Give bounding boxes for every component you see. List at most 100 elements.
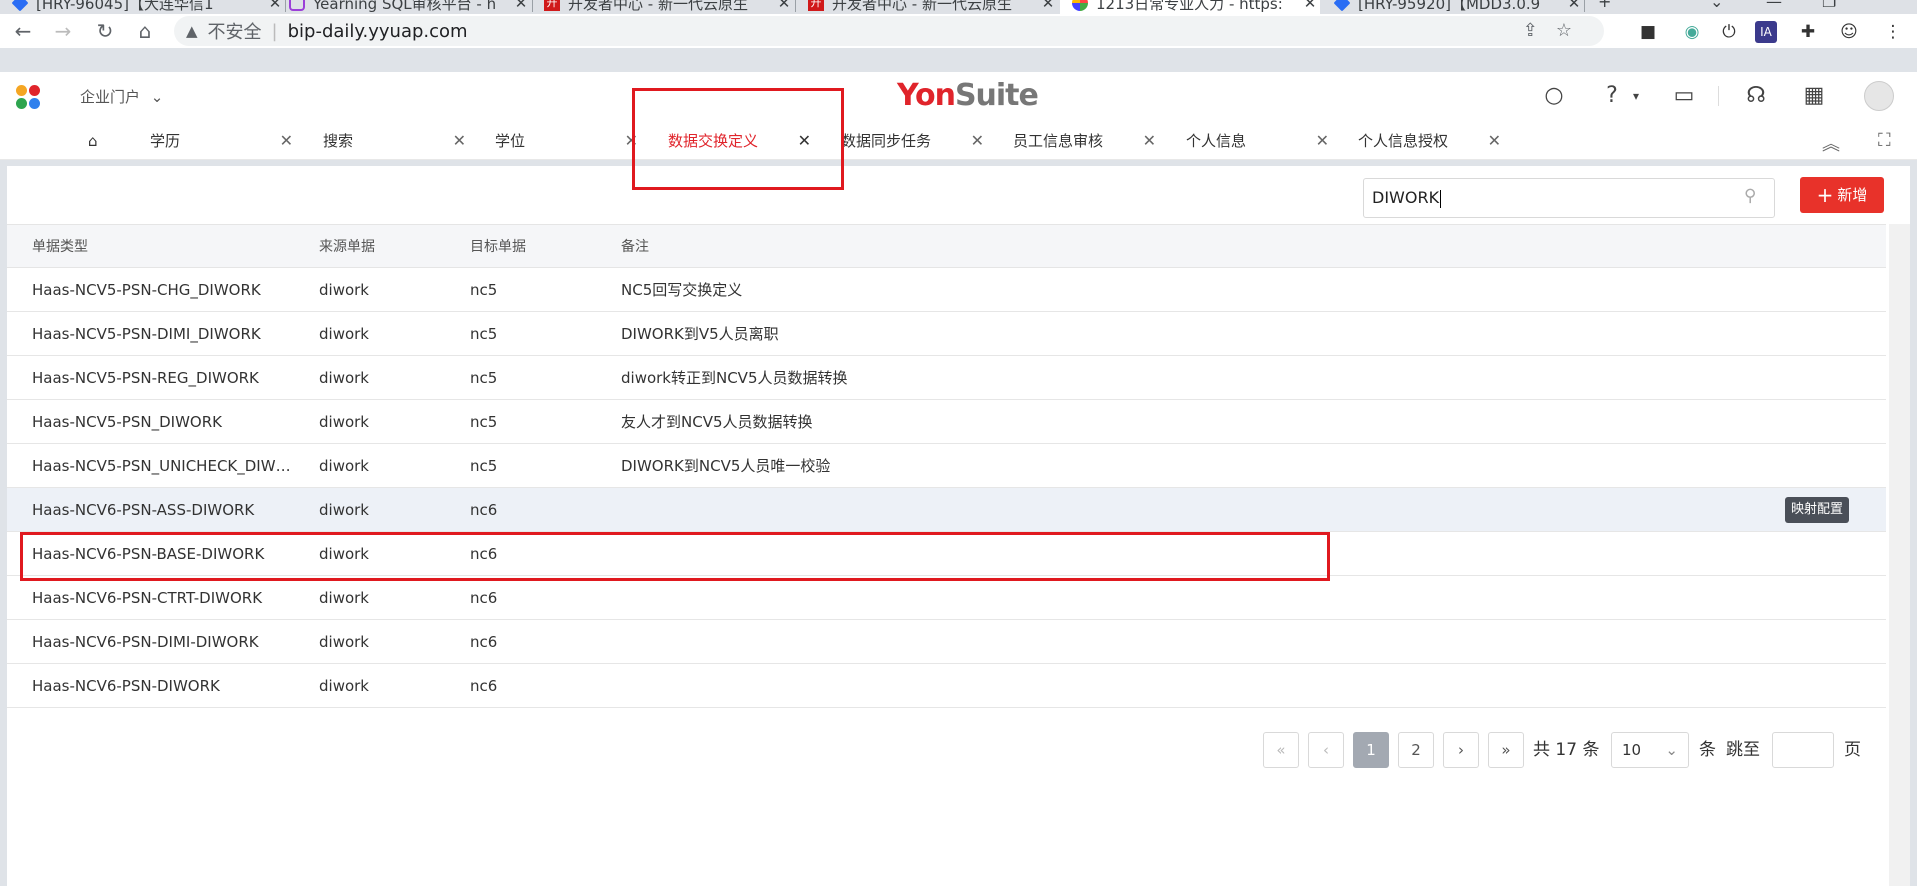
warning-icon: ▲ [186, 22, 198, 40]
developer-center-icon: 开 [544, 0, 560, 11]
add-button[interactable]: + 新增 [1800, 177, 1884, 213]
forward-button[interactable]: → [50, 18, 76, 44]
jira-icon [11, 0, 29, 12]
minimize-button[interactable]: — [1766, 0, 1782, 11]
close-icon[interactable]: ✕ [511, 0, 531, 12]
column-header: 目标单据 [470, 239, 526, 255]
table-row[interactable]: Haas-NCV5-PSN-DIMI_DIWORK diwork nc5 DIW… [7, 312, 1886, 356]
table-row-hovered[interactable]: Haas-NCV6-PSN-ASS-DIWORK diwork nc6 映射配置 [7, 488, 1886, 532]
table-row[interactable]: Haas-NCV5-PSN-REG_DIWORK diwork nc5 diwo… [7, 356, 1886, 400]
yearning-icon [289, 0, 305, 11]
total-count: 共 17 条 [1533, 740, 1600, 760]
close-icon[interactable]: ✕ [774, 0, 794, 12]
table-row[interactable]: Haas-NCV5-PSN_DIWORK diwork nc5 友人才到NCV5… [7, 400, 1886, 444]
workbench-tabs: ⌂ 学历 ✕ 搜索 ✕ 学位 ✕ 数据交换定义 ✕ 数据同步任务 ✕ 员工信息审核 ✕ 个人… [0, 120, 1917, 160]
mapping-config-button[interactable]: 映射配置 [1785, 497, 1850, 523]
tab-degree[interactable]: 学位 ✕ [495, 126, 638, 156]
table-header: 单据类型 来源单据 目标单据 备注 [7, 224, 1886, 268]
table-row[interactable]: Haas-NCV5-PSN_UNICHECK_DIWORK diwork nc5… [7, 444, 1886, 488]
fullscreen-icon[interactable]: ⛶ [1878, 130, 1891, 151]
close-icon[interactable]: ✕ [1316, 126, 1329, 156]
search-icon[interactable]: ○ [1540, 82, 1568, 110]
prev-page-button[interactable]: ‹ [1308, 732, 1344, 768]
table-row[interactable]: Haas-NCV5-PSN-CHG_DIWORK diwork nc5 NC5回… [7, 268, 1886, 312]
chevron-down-icon: ⌄ [1665, 741, 1678, 759]
column-header: 单据类型 [32, 239, 88, 255]
jump-input[interactable] [1772, 732, 1834, 768]
table-row[interactable]: Haas-NCV6-PSN-DIMI-DIWORK diwork nc6 [7, 620, 1886, 664]
brand-logo: YonSuite [897, 78, 1039, 113]
browser-tab[interactable]: Yearning SQL审核平台 - h ✕ [277, 0, 531, 14]
tab-search[interactable]: 搜索 ✕ [323, 126, 466, 156]
menu-icon[interactable]: ⋮ [1882, 21, 1904, 43]
browser-tab[interactable]: [HRY-96045]【大连华信1 ✕ [0, 0, 285, 14]
browser-toolbar: ← → ↻ ⌂ ▲ 不安全 | bip-daily.yyuap.com ⇪☆ ■… [0, 14, 1917, 48]
calendar-icon[interactable]: ▦ [1800, 82, 1828, 110]
close-icon[interactable]: ✕ [280, 126, 293, 156]
column-header: 备注 [621, 239, 649, 255]
message-icon[interactable]: ▭ [1670, 82, 1698, 110]
close-icon[interactable]: ✕ [1300, 0, 1320, 12]
first-page-button[interactable]: « [1263, 732, 1299, 768]
browser-tab-active[interactable]: 1213日常专业人力 - https: ✕ [1060, 0, 1320, 14]
address-divider: | [271, 20, 278, 42]
vertical-scrollbar[interactable] [1889, 224, 1910, 886]
app-logo-icon[interactable] [16, 85, 46, 111]
back-button[interactable]: ← [10, 18, 36, 44]
tab-employee-info-review[interactable]: 员工信息审核 ✕ [1013, 126, 1156, 156]
close-icon[interactable]: ✕ [453, 126, 466, 156]
page-suffix: 页 [1844, 740, 1861, 760]
tab-personal-info-auth[interactable]: 个人信息授权 ✕ [1358, 126, 1501, 156]
next-page-button[interactable]: › [1443, 732, 1479, 768]
annotation-box [20, 532, 1330, 581]
close-icon[interactable]: ✕ [1564, 0, 1584, 12]
address-bar[interactable]: ▲ 不安全 | bip-daily.yyuap.com ⇪☆ [174, 16, 1604, 46]
chevron-down-icon: ⌄ [150, 88, 164, 106]
portal-switcher[interactable]: 企业门户 ⌄ [80, 86, 163, 107]
browser-tab[interactable]: [HRY-95920]【MDD3.0.9 ✕ [1322, 0, 1584, 14]
tab-search-chevron-icon[interactable]: ⌄ [1710, 0, 1723, 11]
url-text: bip-daily.yyuap.com [287, 20, 468, 42]
extension-icon[interactable]: ■ [1637, 21, 1659, 43]
yonsuite-icon [1072, 0, 1088, 11]
extension-icon[interactable]: IA [1755, 21, 1777, 43]
home-tab[interactable]: ⌂ [88, 126, 108, 156]
page-size-select[interactable]: 10 ⌄ [1611, 732, 1689, 768]
service-icon[interactable]: ☊ [1742, 82, 1770, 110]
browser-tab[interactable]: 开 开发者中心 - 新一代云原生 ✕ [796, 0, 1058, 14]
page-button-current[interactable]: 1 [1353, 732, 1389, 768]
tab-education[interactable]: 学历 ✕ [150, 126, 293, 156]
page-size-unit: 条 [1699, 740, 1716, 760]
search-input[interactable]: DIWORK [1363, 178, 1775, 218]
jira-icon [1333, 0, 1351, 12]
app-header: 企业门户 ⌄ YonSuite ○ ? ▾ ▭ ☊ ▦ [0, 72, 1917, 120]
annotation-box [632, 88, 844, 190]
extension-icon[interactable]: ◉ [1681, 21, 1703, 43]
table-row[interactable]: Haas-NCV6-PSN-DIWORK diwork nc6 [7, 664, 1886, 708]
tab-personal-info[interactable]: 个人信息 ✕ [1186, 126, 1329, 156]
reload-button[interactable]: ↻ [92, 18, 118, 44]
home-icon: ⌂ [88, 132, 98, 150]
tab-data-sync-task[interactable]: 数据同步任务 ✕ [841, 126, 984, 156]
power-icon[interactable]: ⏻ [1718, 21, 1740, 43]
help-chevron-icon[interactable]: ▾ [1622, 82, 1650, 110]
collapse-icon[interactable]: ︽ [1822, 130, 1840, 156]
share-bookmark-icons[interactable]: ⇪☆ [1523, 20, 1590, 41]
home-button[interactable]: ⌂ [132, 18, 158, 44]
puzzle-icon[interactable]: ✚ [1797, 21, 1819, 43]
search-icon[interactable]: ⚲ [1744, 186, 1756, 206]
close-icon[interactable]: ✕ [1038, 0, 1058, 12]
close-icon[interactable]: ✕ [1488, 126, 1501, 156]
profile-icon[interactable]: ☺ [1838, 21, 1860, 43]
table-row[interactable]: Haas-NCV6-PSN-CTRT-DIWORK diwork nc6 [7, 576, 1886, 620]
avatar[interactable] [1864, 81, 1894, 111]
close-icon[interactable]: ✕ [971, 126, 984, 156]
jump-label: 跳至 [1726, 740, 1760, 760]
restore-button[interactable]: ❐ [1822, 0, 1836, 11]
close-icon[interactable]: ✕ [1143, 126, 1156, 156]
last-page-button[interactable]: » [1488, 732, 1524, 768]
page-button[interactable]: 2 [1398, 732, 1434, 768]
browser-tab[interactable]: 开 开发者中心 - 新一代云原生 ✕ [532, 0, 794, 14]
new-tab-button[interactable]: + [1598, 0, 1611, 11]
plus-icon: + [1816, 183, 1834, 207]
